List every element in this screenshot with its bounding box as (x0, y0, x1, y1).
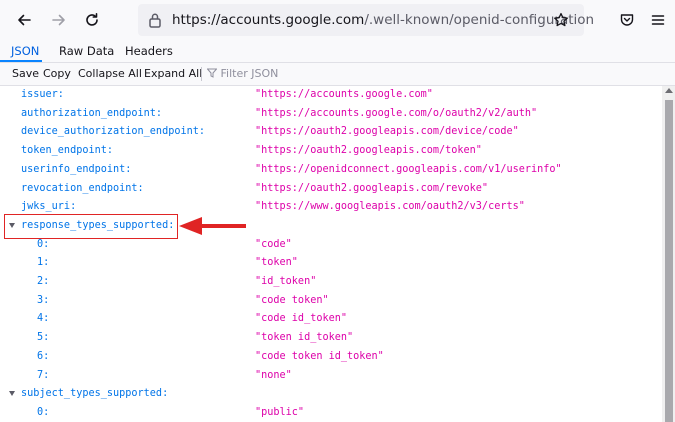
json-value: "none" (255, 369, 292, 381)
json-toolbar: Save Copy Collapse All Expand All Filter… (0, 63, 675, 86)
json-row[interactable]: 7: "none" (0, 367, 662, 385)
filter-json-input[interactable]: Filter JSON (206, 63, 279, 85)
save-button[interactable]: Save (12, 63, 39, 85)
json-key: 7: (37, 369, 50, 381)
json-row[interactable]: issuer: "https://accounts.google.com" (0, 86, 662, 104)
json-key: token_endpoint: (21, 145, 114, 157)
json-value: "code token id_token" (255, 350, 384, 362)
scroll-up-arrow-icon[interactable] (665, 88, 673, 93)
json-value: "id_token" (255, 276, 317, 287)
json-row[interactable]: 3: "code token" (0, 292, 662, 310)
active-tab-indicator (0, 60, 42, 62)
tab-raw-data[interactable]: Raw Data (59, 40, 114, 62)
padlock-icon[interactable] (148, 12, 162, 32)
collapse-all-button[interactable]: Collapse All (78, 63, 142, 85)
json-key: 6: (37, 350, 50, 362)
json-row[interactable]: 1: "token" (0, 254, 662, 272)
json-value: "https://oauth2.googleapis.com/device/co… (255, 126, 519, 138)
json-row-expandable[interactable]: subject_types_supported: (0, 385, 662, 403)
forward-arrow-icon[interactable] (48, 9, 70, 31)
json-value: "https://oauth2.googleapis.com/revoke" (255, 182, 489, 194)
json-key: 1: (37, 257, 50, 269)
json-key: 2: (37, 276, 50, 287)
json-row[interactable]: userinfo_endpoint: "https://openidconnec… (0, 161, 662, 179)
json-value: "https://oauth2.googleapis.com/token" (255, 145, 482, 157)
json-value: "code" (255, 238, 292, 250)
json-value: "https://accounts.google.com/o/oauth2/v2… (255, 107, 538, 119)
json-key: issuer: (21, 89, 64, 100)
json-row[interactable]: token_endpoint: "https://oauth2.googleap… (0, 142, 662, 160)
json-value: "public" (255, 406, 305, 418)
annotation-arrow-icon (179, 217, 246, 235)
json-key: userinfo_endpoint: (21, 163, 132, 175)
viewer-tab-bar: JSON Raw Data Headers (0, 40, 675, 63)
address-bar[interactable]: https://accounts.google.com/.well-known/… (138, 4, 594, 36)
expand-triangle-icon[interactable] (9, 391, 15, 397)
filter-placeholder: Filter JSON (220, 67, 279, 80)
json-key: authorization_endpoint: (21, 107, 163, 119)
toolbar-divider (201, 67, 202, 81)
tab-json[interactable]: JSON (11, 40, 39, 62)
json-key: 3: (37, 294, 50, 306)
json-value: "https://accounts.google.com" (255, 89, 433, 100)
json-key: device_authorization_endpoint: (21, 126, 206, 138)
expand-all-button[interactable]: Expand All (144, 63, 202, 85)
browser-nav-bar: https://accounts.google.com/.well-known/… (0, 0, 675, 40)
json-value: "token" (255, 257, 298, 269)
json-value: "code token" (255, 294, 329, 306)
bookmark-star-icon[interactable] (550, 9, 572, 31)
json-row[interactable]: 6: "code token id_token" (0, 348, 662, 366)
tab-headers[interactable]: Headers (125, 40, 173, 62)
json-row[interactable]: revocation_endpoint: "https://oauth2.goo… (0, 180, 662, 198)
json-row[interactable]: 2: "id_token" (0, 273, 662, 291)
back-arrow-icon[interactable] (13, 9, 35, 31)
json-row[interactable]: authorization_endpoint: "https://account… (0, 105, 662, 123)
json-value: "token id_token" (255, 332, 354, 344)
annotation-highlight-box (4, 214, 178, 239)
filter-icon (206, 68, 218, 78)
json-row[interactable]: 0: "public" (0, 404, 662, 422)
json-key: 0: (37, 406, 50, 418)
json-row[interactable]: device_authorization_endpoint: "https://… (0, 123, 662, 141)
hamburger-menu-icon[interactable] (647, 9, 669, 31)
json-key: revocation_endpoint: (21, 182, 144, 194)
json-value: "https://openidconnect.googleapis.com/v1… (255, 163, 562, 175)
json-value: "https://www.googleapis.com/oauth2/v3/ce… (255, 201, 525, 213)
json-row[interactable]: 5: "token id_token" (0, 329, 662, 347)
json-row[interactable]: 4: "code id_token" (0, 310, 662, 328)
url-text[interactable]: https://accounts.google.com/.well-known/… (172, 4, 594, 36)
json-key: 4: (37, 313, 50, 325)
copy-button[interactable]: Copy (43, 63, 71, 85)
pocket-icon[interactable] (616, 9, 638, 31)
json-value: "code id_token" (255, 313, 348, 325)
json-key: subject_types_supported: (21, 388, 169, 400)
reload-icon[interactable] (81, 9, 103, 31)
json-key: 5: (37, 332, 50, 344)
json-tree: issuer: "https://accounts.google.com" au… (0, 86, 662, 422)
url-domain: https://accounts.google.com (172, 12, 365, 28)
scrollbar-thumb[interactable] (665, 100, 673, 422)
